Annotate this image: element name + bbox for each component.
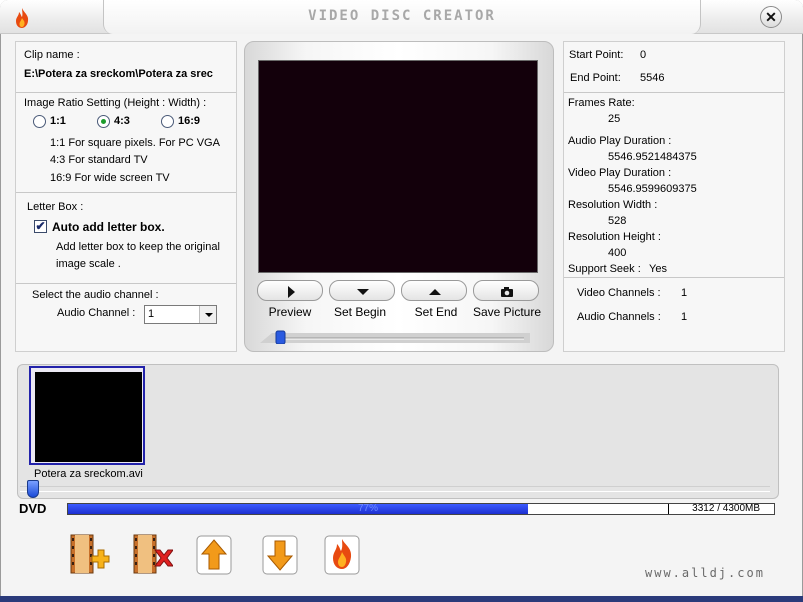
move-up-button[interactable] [193,532,235,576]
ratio-1-1-label: 1:1 [50,115,66,127]
frames-rate-label: Frames Rate: [568,97,635,109]
save-picture-button[interactable] [473,280,539,301]
capacity-percent: 77% [357,503,378,514]
video-duration-value: 5546.9599609375 [608,183,697,195]
ratio-4-3-label: 4:3 [114,115,130,127]
start-point-label: Start Point: [569,49,624,61]
bin-scroll-knob[interactable] [27,480,39,498]
window-title: VIDEO DISC CREATOR [308,8,496,24]
resolution-height-value: 400 [608,247,627,259]
ratio-16-9-radio[interactable] [161,115,174,128]
end-point-label: End Point: [570,72,621,84]
frames-rate-value: 25 [608,113,621,125]
ratio-1-1-radio[interactable] [33,115,46,128]
set-begin-label: Set Begin [333,305,387,319]
audio-duration-value: 5546.9521484375 [608,151,697,163]
triangle-down-icon [357,289,369,295]
remove-clip-button[interactable] [131,532,174,576]
ratio-16-9-label: 16:9 [178,115,201,127]
support-seek-label: Support Seek : [568,263,641,275]
preview-label: Preview [268,305,312,319]
audio-channels-value: 1 [681,311,688,323]
end-point-value: 5546 [640,72,665,84]
ratio-note-1-1: 1:1 For square pixels. For PC VGA [50,137,220,149]
resolution-width-label: Resolution Width : [568,199,658,211]
add-clip-button[interactable] [68,532,110,576]
bin-scrollbar[interactable] [20,486,770,492]
video-duration-label: Video Play Duration : [568,167,672,179]
support-seek-value: Yes [649,263,667,275]
chevron-down-icon[interactable] [199,306,216,323]
clip-thumbnail-label: Potera za sreckom.avi [34,468,143,480]
arrow-down-icon [262,535,298,575]
auto-letterbox-checkbox[interactable]: ✔ [34,220,47,233]
flame-icon [324,535,360,575]
set-begin-button[interactable] [329,280,395,301]
audio-select-label: Select the audio channel : [32,289,159,301]
camera-icon [501,287,513,297]
flame-icon [16,8,29,28]
save-picture-label: Save Picture [472,305,542,319]
taskbar-strip [0,596,803,602]
audio-channels-label: Audio Channels : [577,311,661,323]
capacity-size: 3312 / 4300MB [692,503,760,514]
resolution-height-label: Resolution Height : [568,231,661,243]
triangle-up-icon [429,289,441,295]
audio-duration-label: Audio Play Duration : [568,135,672,147]
capacity-limit-marker [668,504,669,514]
auto-letterbox-label: Auto add letter box. [52,220,165,234]
ratio-4-3-radio[interactable] [97,115,110,128]
burn-button[interactable] [321,532,363,576]
letterbox-desc-line1: Add letter box to keep the original [56,241,220,253]
ratio-note-16-9: 16:9 For wide screen TV [50,172,170,184]
letterbox-desc-line2: image scale . [56,258,121,270]
set-end-label: Set End [414,305,458,319]
move-down-button[interactable] [259,532,301,576]
video-channels-value: 1 [681,287,688,299]
audio-channel-select[interactable]: 1 [144,305,217,324]
set-end-button[interactable] [401,280,467,301]
disc-type-label: DVD [19,501,47,516]
clip-name-value: E:\Potera za sreckom\Potera za srec [24,68,213,80]
seek-knob[interactable] [275,330,286,344]
play-icon [288,286,295,298]
start-point-value: 0 [640,49,647,61]
image-ratio-label: Image Ratio Setting (Height : Width) : [24,97,207,109]
watermark: www.alldj.com [645,566,765,580]
clip-thumbnail-image [35,372,142,462]
preview-button[interactable] [257,280,323,301]
video-channels-label: Video Channels : [577,287,661,299]
resolution-width-value: 528 [608,215,627,227]
audio-channel-label: Audio Channel : [57,307,136,319]
clip-name-label: Clip name : [24,49,80,61]
info-panel [563,41,785,352]
film-remove-icon [133,534,174,574]
audio-channel-value: 1 [148,308,155,320]
title-bar: VIDEO DISC CREATOR ✕ [0,0,803,34]
arrow-up-icon [196,535,232,575]
title-tab: VIDEO DISC CREATOR [103,0,701,34]
close-button[interactable]: ✕ [760,6,782,28]
ratio-note-4-3: 4:3 For standard TV [50,154,148,166]
seek-slider[interactable] [258,330,534,344]
video-preview-screen [258,60,538,273]
film-add-icon [70,534,110,574]
letter-box-label: Letter Box : [27,201,84,213]
capacity-bar: 77% 3312 / 4300MB [67,503,775,515]
